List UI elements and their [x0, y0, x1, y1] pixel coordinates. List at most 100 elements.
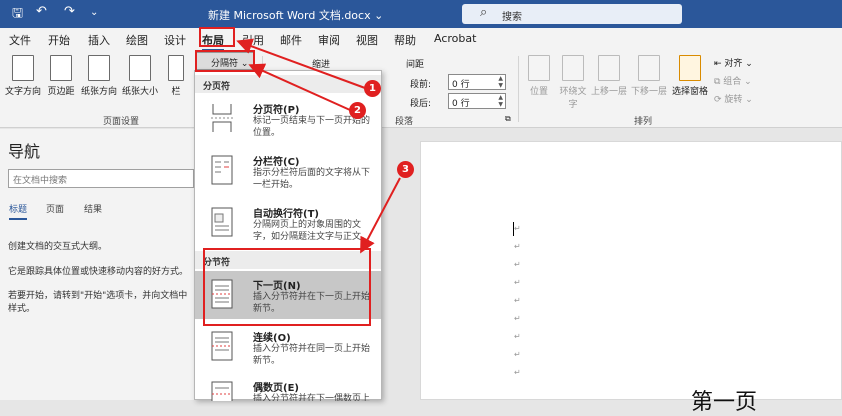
selection-pane-button[interactable]: 选择窗格: [670, 55, 710, 97]
ribbon-divider: [518, 56, 519, 122]
menu-item-description: 插入分节符并在下一页上开始新节。: [253, 292, 371, 314]
paragraph-mark: ↵: [514, 368, 521, 377]
orientation-label: 纸张方向: [80, 87, 117, 97]
navigation-search-input[interactable]: 在文档中搜索: [8, 169, 194, 188]
nav-help-text: 样式。: [8, 304, 36, 314]
tab-home[interactable]: 开始: [48, 32, 70, 48]
column-break-icon: [211, 155, 233, 185]
spacing-after-value: 0 行: [452, 99, 470, 109]
breaks-button[interactable]: 分隔符 ⌄: [196, 52, 254, 70]
wrap-text-button[interactable]: 环绕文字: [556, 55, 590, 110]
position-button[interactable]: 位置: [524, 55, 554, 97]
spacing-after-label: 段后:: [410, 99, 432, 109]
margins-button[interactable]: 页边距: [44, 55, 78, 97]
title-bar: 🖫 ↶ ↷ ⌄ 新建 Microsoft Word 文档.docx ⌄ ⌕ 搜索: [0, 0, 842, 28]
arrange-group-label: 排列: [634, 117, 653, 127]
next-page-section-icon: [211, 279, 233, 309]
redo-icon[interactable]: ↷: [64, 4, 75, 19]
rotate-button[interactable]: ⟳ 旋转 ⌄: [714, 92, 753, 105]
spacing-before-label: 段前:: [410, 80, 432, 90]
tab-draw[interactable]: 绘图: [126, 32, 148, 48]
columns-icon: [168, 55, 184, 81]
group-button[interactable]: ⧉ 组合 ⌄: [714, 74, 752, 87]
menu-item-next-page[interactable]: 下一页(N) 插入分节符并在下一页上开始新节。: [195, 271, 381, 319]
menu-item-title: 自动换行符(T): [253, 209, 319, 220]
menu-item-column-break[interactable]: 分栏符(C) 指示分栏符后面的文字将从下一栏开始。: [195, 147, 381, 195]
search-icon: ⌕: [480, 5, 488, 20]
page-setup-group-label: 页面设置: [103, 117, 140, 127]
paragraph-dialog-launcher-icon[interactable]: ⧉: [505, 114, 511, 124]
tab-review[interactable]: 审阅: [318, 32, 340, 48]
tab-design[interactable]: 设计: [164, 32, 186, 48]
navigation-pane: 导航 在文档中搜索 标题 页面 结果 创建文档的交互式大纲。 它是跟踪具体位置或…: [0, 129, 196, 400]
orientation-button[interactable]: 纸张方向: [80, 55, 118, 97]
tab-layout[interactable]: 布局: [202, 32, 224, 51]
page-breaks-header: 分页符: [195, 75, 381, 93]
size-label: 纸张大小: [121, 87, 158, 97]
selection-pane-label: 选择窗格: [671, 87, 708, 97]
menu-item-title: 下一页(N): [253, 281, 301, 292]
breaks-label: 分隔符 ⌄: [211, 59, 249, 69]
spacing-after-input[interactable]: 0 行 ▲ ▼: [448, 93, 506, 109]
search-placeholder: 搜索: [502, 12, 522, 23]
tab-help[interactable]: 帮助: [394, 32, 416, 48]
nav-tab-headings[interactable]: 标题: [9, 202, 28, 220]
send-backward-button[interactable]: 下移一层: [629, 55, 669, 97]
undo-icon[interactable]: ↶: [36, 4, 47, 19]
page-break-icon: [211, 104, 233, 132]
selection-pane-icon: [679, 55, 701, 81]
orientation-icon: [88, 55, 110, 81]
search-input[interactable]: ⌕ 搜索: [462, 4, 682, 24]
group-icon: ⧉: [714, 77, 724, 87]
align-label: 对齐 ⌄: [724, 59, 753, 69]
indent-label: 缩进: [312, 60, 331, 70]
paragraph-mark: ↵: [514, 296, 521, 305]
menu-item-even-page[interactable]: 偶数页(E) 插入分节符并在下一偶数页上: [195, 373, 381, 401]
spinner-arrows-icon[interactable]: ▲ ▼: [498, 75, 503, 89]
text-direction-icon: [12, 55, 34, 81]
tab-references[interactable]: 引用: [242, 32, 264, 48]
text-direction-label: 文字方向: [5, 87, 42, 97]
tab-file[interactable]: 文件: [9, 32, 31, 48]
ribbon: 文字方向 页边距 纸张方向 纸张大小 栏 页面设置 缩进 间距 段前: 0 行 …: [0, 50, 842, 128]
columns-button[interactable]: 栏: [164, 55, 188, 97]
document-title[interactable]: 新建 Microsoft Word 文档.docx ⌄: [208, 7, 383, 23]
menu-item-title: 偶数页(E): [253, 383, 299, 394]
size-button[interactable]: 纸张大小: [120, 55, 160, 97]
align-button[interactable]: ⇤ 对齐 ⌄: [714, 56, 753, 69]
nav-tab-pages[interactable]: 页面: [46, 202, 64, 215]
menu-item-text-wrapping[interactable]: 自动换行符(T) 分隔网页上的对象周围的文字，如分隔题注文字与正文。: [195, 199, 381, 247]
spinner-arrows-icon[interactable]: ▲ ▼: [498, 94, 503, 108]
document-page[interactable]: ↵ ↵ ↵ ↵ ↵ ↵ ↵ ↵ ↵ 第一页: [420, 141, 842, 415]
navigation-search-placeholder: 在文档中搜索: [13, 176, 68, 186]
text-direction-button[interactable]: 文字方向: [5, 55, 41, 97]
tab-mailings[interactable]: 邮件: [280, 32, 302, 48]
send-backward-label: 下移一层: [630, 87, 667, 97]
navigation-title: 导航: [8, 142, 41, 161]
text-wrapping-icon: [211, 207, 233, 237]
section-breaks-header: 分节符: [195, 251, 381, 269]
margins-label: 页边距: [47, 87, 75, 97]
paragraph-mark: ↵: [514, 278, 521, 287]
spacing-label: 间距: [406, 60, 425, 70]
columns-label: 栏: [171, 87, 181, 97]
menu-item-description: 分隔网页上的对象周围的文字，如分隔题注文字与正文。: [253, 220, 371, 242]
size-icon: [129, 55, 151, 81]
tab-view[interactable]: 视图: [356, 32, 378, 48]
customize-toolbar-icon[interactable]: ⌄: [90, 7, 98, 18]
breaks-dropdown: 分页符 分页符(P) 标记一页结束与下一页开始的位置。 分栏符(C) 指示分栏符…: [194, 70, 382, 401]
tab-acrobat[interactable]: Acrobat: [434, 32, 476, 45]
bring-forward-button[interactable]: 上移一层: [590, 55, 628, 97]
paragraph-mark: ↵: [514, 332, 521, 341]
ribbon-tabs: 文件 开始 插入 绘图 设计 布局 引用 邮件 审阅 视图 帮助 Acrobat: [0, 28, 842, 51]
annotation-badge-1: 1: [364, 80, 381, 97]
even-page-section-icon: [211, 381, 233, 401]
spacing-before-input[interactable]: 0 行 ▲ ▼: [448, 74, 506, 90]
continuous-section-icon: [211, 331, 233, 361]
save-icon[interactable]: 🖫: [12, 4, 23, 26]
menu-item-title: 连续(O): [253, 333, 291, 344]
paragraph-group-label: 段落: [395, 117, 414, 127]
tab-insert[interactable]: 插入: [88, 32, 110, 48]
menu-item-continuous[interactable]: 连续(O) 插入分节符并在同一页上开始新节。: [195, 323, 381, 371]
nav-tab-results[interactable]: 结果: [84, 202, 102, 215]
